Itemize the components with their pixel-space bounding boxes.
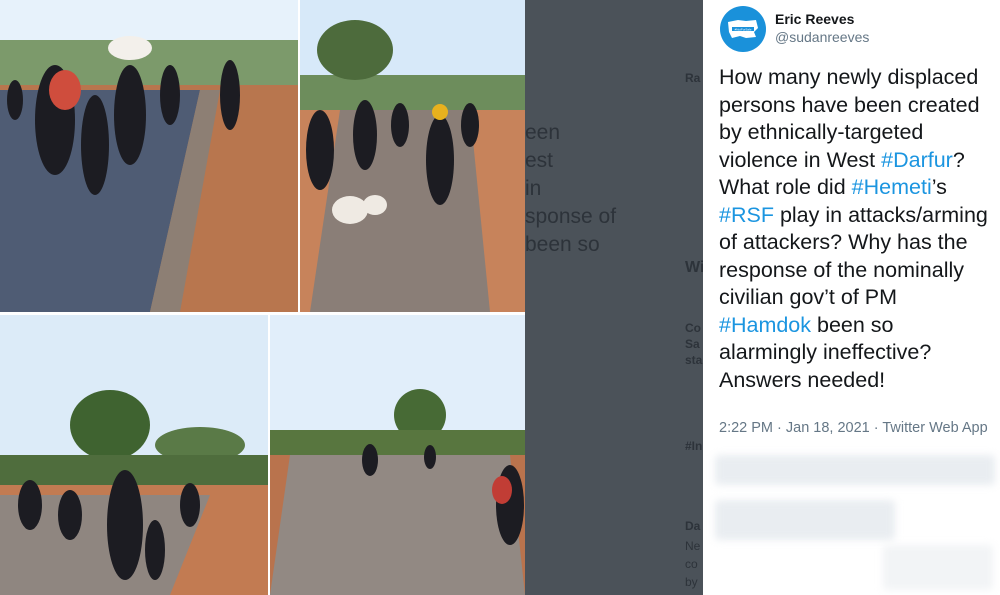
photo-top-right bbox=[300, 0, 525, 312]
tweet-line: Answers needed! bbox=[719, 367, 999, 395]
author-handle[interactable]: @sudanreeves bbox=[775, 29, 869, 45]
tweet-text-segment: ’s bbox=[931, 175, 947, 199]
tweet-text-segment: Answers needed! bbox=[719, 367, 886, 392]
avatar[interactable]: #NotForSale bbox=[720, 6, 766, 52]
tweet-card: #NotForSale Eric Reeves @sudanreeves How… bbox=[703, 0, 1000, 595]
tweet-line: of attackers? Why has the bbox=[719, 229, 999, 257]
avatar-label: #NotForSale bbox=[735, 27, 752, 31]
ghost-text: Co bbox=[685, 321, 701, 335]
tweet-line: #Hamdok been so bbox=[719, 312, 999, 340]
hashtag-link[interactable]: #Hamdok bbox=[719, 313, 811, 337]
tweet-line: by ethnically-targeted bbox=[719, 119, 999, 147]
ghost-text: sponse of bbox=[525, 205, 617, 228]
ghost-text: co bbox=[685, 557, 698, 571]
tweet-timestamp[interactable]: 2:22 PM · Jan 18, 2021 · Twitter Web App bbox=[719, 420, 988, 436]
tweet-line: violence in West #Darfur? bbox=[719, 147, 999, 175]
tweet-line: persons have been created bbox=[719, 92, 999, 120]
ghost-text: in bbox=[525, 177, 542, 200]
tweet-text-segment: persons have been created bbox=[719, 92, 980, 117]
tweet-line: response of the nominally bbox=[719, 257, 999, 285]
blurred-region bbox=[715, 500, 895, 540]
hashtag-link[interactable]: #Darfur bbox=[881, 148, 953, 172]
tweet-text-segment: civilian gov’t of PM bbox=[719, 285, 898, 309]
ghost-text: by bbox=[685, 575, 698, 589]
ghost-text: Da bbox=[685, 519, 701, 533]
author-name[interactable]: Eric Reeves bbox=[775, 11, 854, 27]
ghost-text: Sa bbox=[685, 337, 700, 351]
hashtag-link[interactable]: #Hemeti bbox=[852, 175, 932, 199]
tweet-text-segment: play in attacks/arming bbox=[773, 202, 988, 227]
tweet-text-segment: What role did bbox=[719, 175, 852, 199]
ghost-text: sta bbox=[685, 353, 703, 367]
tweet-line: What role did #Hemeti’s bbox=[719, 174, 999, 202]
blurred-region bbox=[883, 545, 993, 590]
tweet-text-segment: been so bbox=[811, 312, 894, 337]
tweet-text-segment: response of the nominally bbox=[719, 257, 965, 282]
ghost-text: Wi bbox=[685, 259, 705, 276]
tweet-line: #RSF play in attacks/arming bbox=[719, 202, 999, 230]
tweet-text-segment: violence in West bbox=[719, 147, 882, 172]
photo-collage bbox=[0, 0, 525, 595]
ghost-text: Ne bbox=[685, 539, 701, 553]
tweet-text-segment: How many newly displaced bbox=[719, 65, 979, 89]
ghost-text: est bbox=[525, 149, 554, 172]
tweet-text-segment: of attackers? Why has the bbox=[719, 230, 968, 254]
tweet-line: alarmingly ineffective? bbox=[719, 339, 999, 367]
tweet-text-segment: by ethnically-targeted bbox=[719, 120, 924, 144]
photo-top-left bbox=[0, 0, 298, 312]
dimmed-background-page: Ra een est in sponse of been so Wi Co Sa… bbox=[525, 0, 705, 595]
tweet-line: How many newly displaced bbox=[719, 64, 999, 92]
tweet-line: civilian gov’t of PM bbox=[719, 284, 999, 312]
tweet-text: How many newly displaced persons have bee… bbox=[719, 64, 999, 394]
ghost-text: been so bbox=[525, 233, 600, 256]
photo-bottom-right bbox=[270, 315, 525, 595]
ghost-text: #In bbox=[685, 439, 703, 453]
tweet-text-segment: ? bbox=[952, 147, 965, 172]
photo-bottom-left bbox=[0, 315, 268, 595]
sudan-map-icon: #NotForSale bbox=[728, 20, 758, 38]
blurred-region bbox=[715, 455, 995, 485]
hashtag-link[interactable]: #RSF bbox=[719, 203, 774, 227]
ghost-text: een bbox=[525, 121, 561, 144]
ghost-text: Ra bbox=[685, 71, 701, 85]
tweet-text-segment: alarmingly ineffective? bbox=[719, 340, 932, 364]
